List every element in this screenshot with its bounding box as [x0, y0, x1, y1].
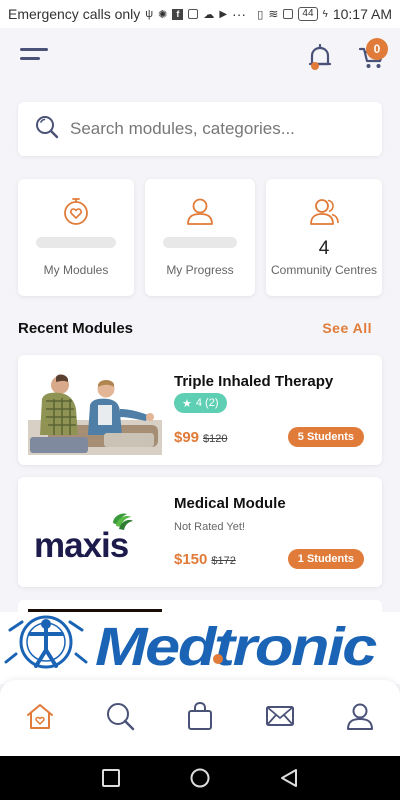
medtronic-banner[interactable]: Medtronic	[0, 612, 400, 684]
settings-status-icon: ✺	[158, 8, 168, 21]
loading-placeholder	[36, 237, 116, 248]
cart-count-badge: 0	[366, 38, 388, 60]
play-store-icon: ▶	[219, 8, 228, 20]
community-count: 4	[318, 238, 330, 259]
tile-my-modules[interactable]: My Modules	[18, 179, 134, 296]
search-icon	[34, 114, 60, 145]
current-price: $99	[174, 429, 200, 446]
system-navigation-bar	[0, 756, 400, 800]
search-bar[interactable]	[18, 102, 382, 156]
status-bar: Emergency calls only ψ ✺ f ☁ ▶ ··· ▯ ≋ 4…	[0, 0, 400, 28]
module-title: Triple Inhaled Therapy	[174, 373, 334, 390]
price: $150 $172	[174, 551, 236, 568]
module-title: Medical Module	[174, 495, 286, 512]
home-icon[interactable]	[24, 700, 56, 732]
more-icon: ···	[232, 6, 247, 22]
charging-icon: ϟ	[322, 8, 328, 20]
vibrate-icon: ▯	[257, 8, 264, 21]
students-badge: 5 Students	[287, 427, 364, 447]
see-all-link[interactable]: See All	[322, 320, 372, 336]
bell-icon[interactable]	[303, 40, 337, 74]
sim-icon	[283, 9, 294, 19]
bag-icon[interactable]	[184, 700, 216, 732]
facebook-icon: f	[172, 8, 184, 20]
usb-icon: ψ	[145, 8, 154, 20]
app-header: 0	[0, 28, 400, 88]
old-price: $120	[203, 433, 228, 445]
group-icon	[308, 195, 340, 227]
carrier-text: Emergency calls only	[8, 6, 141, 22]
gallery-icon	[188, 9, 199, 19]
battery-icon: 44	[298, 7, 318, 21]
loading-placeholder	[163, 237, 237, 248]
cloud-icon: ☁	[203, 8, 215, 21]
medtronic-wordmark: Medtronic	[95, 617, 377, 677]
clock: 10:17 AM	[332, 6, 392, 22]
rating-text: Not Rated Yet!	[174, 521, 245, 533]
medtronic-emblem	[4, 615, 88, 669]
tile-community-centres[interactable]: 4 Community Centres	[266, 179, 382, 296]
recents-icon[interactable]	[100, 767, 122, 789]
maxis-wordmark: maxis	[34, 526, 129, 565]
maxis-logo: maxis	[28, 487, 162, 577]
module-card[interactable]: Triple Inhaled Therapy ★ 4 (2) $99 $120 5…	[18, 355, 382, 465]
tile-my-progress[interactable]: My Progress	[145, 179, 255, 296]
search-input[interactable]	[70, 119, 370, 139]
old-price: $172	[211, 555, 236, 567]
price: $99 $120	[174, 429, 228, 446]
star-icon: ★	[182, 397, 192, 410]
heart-timer-icon	[60, 195, 92, 227]
search-icon[interactable]	[104, 700, 136, 732]
user-icon	[184, 195, 216, 227]
hamburger-icon[interactable]	[20, 48, 50, 68]
module-thumbnail	[28, 365, 162, 455]
wifi-icon: ≋	[268, 7, 279, 21]
tile-label: My Progress	[166, 263, 234, 277]
current-price: $150	[174, 551, 208, 568]
mail-icon[interactable]	[264, 700, 296, 732]
tile-label: Community Centres	[270, 263, 378, 277]
home-system-icon[interactable]	[189, 767, 211, 789]
students-badge: 1 Students	[287, 549, 364, 569]
bottom-navigation	[0, 680, 400, 756]
profile-icon[interactable]	[344, 700, 376, 732]
section-title: Recent Modules	[18, 320, 134, 337]
rating-value: 4 (2)	[195, 397, 219, 409]
back-icon[interactable]	[278, 767, 300, 789]
rating-badge: ★ 4 (2)	[174, 393, 227, 413]
tile-label: My Modules	[43, 263, 109, 277]
module-card[interactable]: maxis Medical Module Not Rated Yet! $150…	[18, 477, 382, 587]
